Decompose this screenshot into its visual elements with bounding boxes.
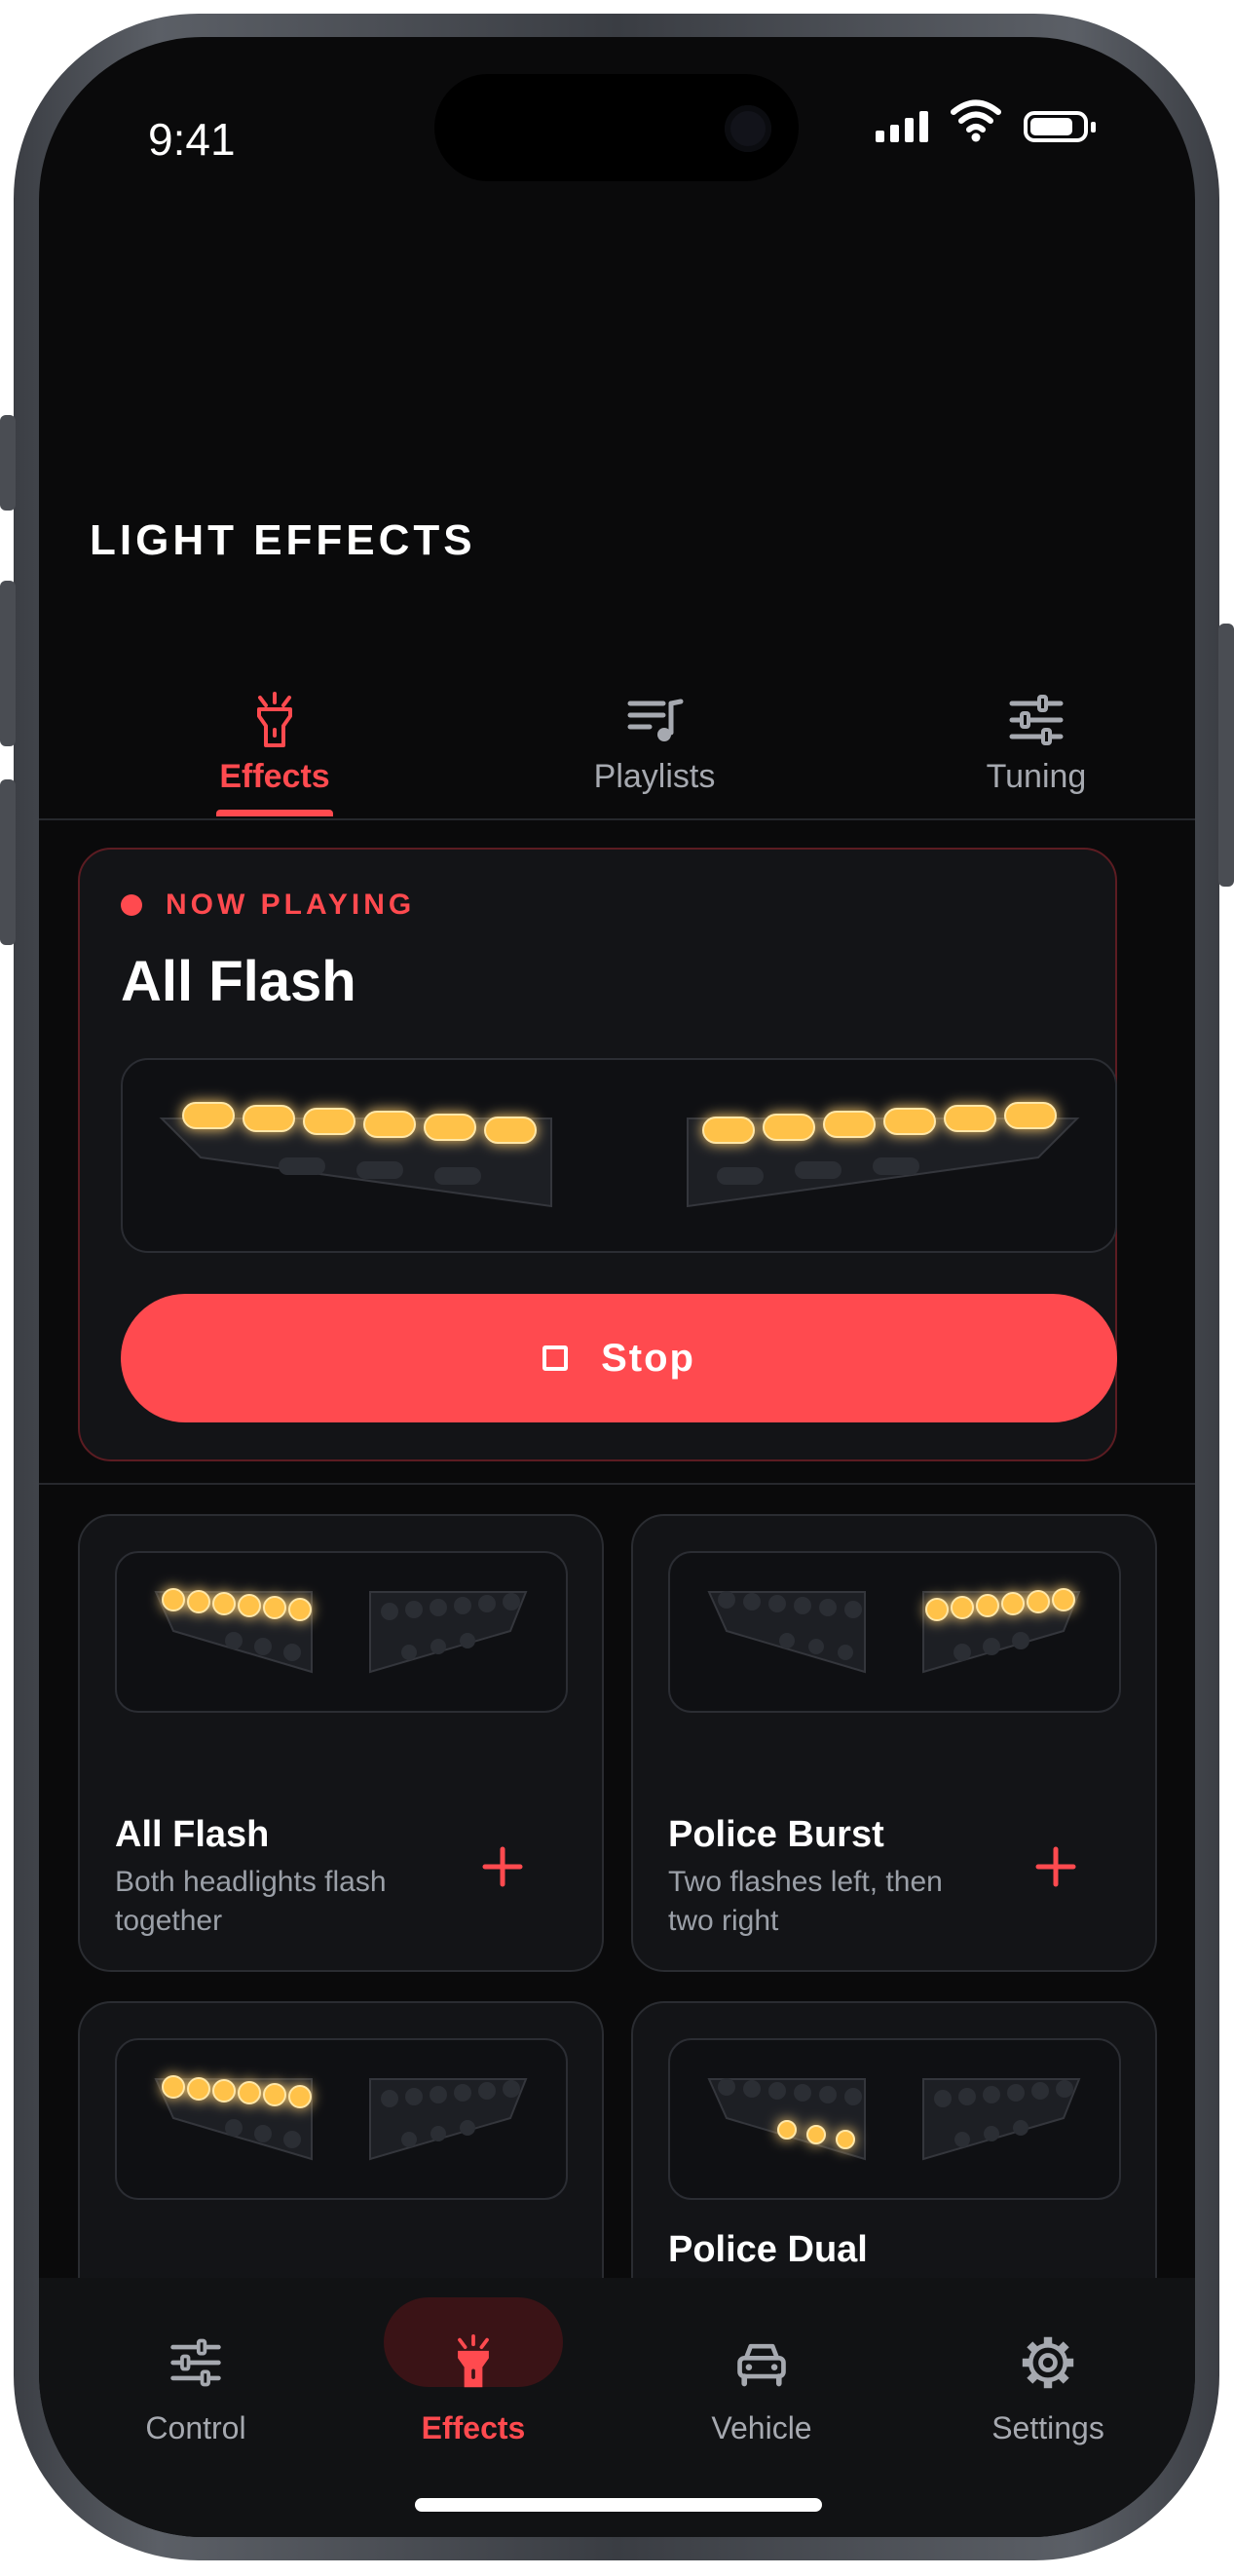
- headlight-preview: [121, 1058, 1117, 1253]
- add-effect-button[interactable]: [481, 1845, 524, 1888]
- led: [424, 1114, 476, 1141]
- led: [212, 1592, 236, 1615]
- stop-icon: [542, 1345, 569, 1371]
- signal-icon: [876, 107, 928, 142]
- stop-label: Stop: [601, 1336, 695, 1380]
- led: [944, 1105, 996, 1132]
- now-playing-title: All Flash: [121, 950, 356, 1013]
- camera-icon: [725, 105, 771, 152]
- led: [243, 1105, 295, 1132]
- nav-label: Settings: [991, 2410, 1104, 2445]
- effect-description: Both headlights flash together: [115, 1866, 387, 1937]
- led: [976, 1594, 999, 1617]
- led: [925, 1598, 949, 1621]
- status-icons: [876, 97, 1096, 142]
- tab-playlists[interactable]: Playlists: [528, 651, 781, 816]
- action-button: [0, 415, 16, 511]
- power-button: [1218, 624, 1234, 887]
- headlight-preview-graphic: [159, 1102, 1080, 1208]
- stop-button[interactable]: Stop: [121, 1294, 1117, 1422]
- tab-tuning[interactable]: Tuning: [910, 651, 1163, 816]
- add-effect-button[interactable]: [1034, 1845, 1077, 1888]
- nav-item-vehicle[interactable]: Vehicle: [654, 2278, 869, 2473]
- led: [162, 2075, 185, 2099]
- led: [702, 1117, 755, 1144]
- car-icon: [737, 2343, 786, 2387]
- nav-label: Effects: [421, 2410, 526, 2445]
- tab-label: Tuning: [986, 758, 1087, 795]
- flashlight-icon: [257, 692, 292, 747]
- effect-preview: [668, 2038, 1121, 2200]
- led: [162, 1588, 185, 1611]
- nav-item-settings[interactable]: Settings: [941, 2278, 1155, 2473]
- effect-preview: [115, 2038, 568, 2200]
- sliders-icon: [1009, 695, 1064, 745]
- home-indicator[interactable]: [415, 2498, 822, 2512]
- tab-divider: [39, 818, 1195, 820]
- led: [763, 1114, 815, 1141]
- sliders-icon: [170, 2338, 221, 2387]
- volume-down-button: [0, 779, 16, 945]
- led: [836, 2130, 855, 2149]
- effect-preview-graphic: [154, 2075, 528, 2161]
- led: [288, 2085, 312, 2108]
- playlist-icon: [627, 699, 684, 741]
- tab-label: Playlists: [593, 758, 716, 795]
- led: [1027, 1590, 1050, 1613]
- now-playing-label: NOW PLAYING: [121, 889, 415, 922]
- led: [363, 1111, 416, 1138]
- tab-effects[interactable]: Effects: [148, 651, 401, 816]
- now-playing-text: NOW PLAYING: [166, 889, 416, 921]
- dynamic-island: [434, 74, 799, 181]
- led: [187, 1590, 210, 1613]
- effect-description: Two flashes left, then two right: [668, 1866, 943, 1937]
- flashlight-icon: [458, 2334, 489, 2388]
- led: [288, 1598, 312, 1621]
- led: [484, 1117, 537, 1144]
- gear-icon: [1022, 2336, 1074, 2389]
- led: [823, 1111, 876, 1138]
- nav-item-effects[interactable]: Effects: [366, 2278, 580, 2473]
- led: [303, 1108, 355, 1135]
- tab-bar: Effects Playlists Tuning: [39, 651, 1195, 818]
- battery-icon: [1024, 111, 1096, 142]
- effect-preview: [115, 1551, 568, 1713]
- led: [182, 1102, 235, 1129]
- led: [951, 1596, 974, 1619]
- led: [263, 2083, 286, 2106]
- led: [187, 2077, 210, 2101]
- led: [1052, 1588, 1075, 1611]
- effect-preview-graphic: [154, 1588, 528, 1674]
- wifi-icon: [951, 99, 1001, 142]
- led: [1004, 1102, 1057, 1129]
- led: [238, 2081, 261, 2104]
- effect-preview-graphic: [707, 1588, 1081, 1674]
- tab-label: Effects: [219, 758, 330, 795]
- effect-preview: [668, 1551, 1121, 1713]
- nav-label: Control: [145, 2410, 246, 2445]
- led: [263, 1596, 286, 1619]
- led: [883, 1108, 936, 1135]
- effect-title: Police Dual: [668, 2229, 868, 2270]
- effect-card-police-burst[interactable]: Police Burst Two flashes left, then two …: [631, 1514, 1157, 1972]
- led: [777, 2120, 797, 2140]
- volume-up-button: [0, 581, 16, 746]
- led: [1001, 1592, 1025, 1615]
- effect-preview-graphic: [707, 2078, 1081, 2161]
- now-playing-card: NOW PLAYING All Flash Stop: [78, 848, 1117, 1461]
- effect-title: Police Burst: [668, 1814, 884, 1855]
- effect-card-all-flash[interactable]: All Flash Both headlights flash together: [78, 1514, 604, 1972]
- status-time: 9:41: [148, 114, 236, 165]
- nav-item-control[interactable]: Control: [89, 2278, 303, 2473]
- led: [238, 1594, 261, 1617]
- screen: 9:41 LIGHT EFFECTS Effects Playlists Tun…: [39, 37, 1195, 2537]
- page-title: LIGHT EFFECTS: [90, 516, 476, 564]
- section-divider: [39, 1483, 1195, 1485]
- nav-label: Vehicle: [711, 2410, 812, 2445]
- led: [212, 2079, 236, 2102]
- led: [806, 2125, 826, 2144]
- tab-indicator: [216, 810, 333, 816]
- effect-title: All Flash: [115, 1814, 270, 1855]
- playing-dot-icon: [121, 894, 142, 916]
